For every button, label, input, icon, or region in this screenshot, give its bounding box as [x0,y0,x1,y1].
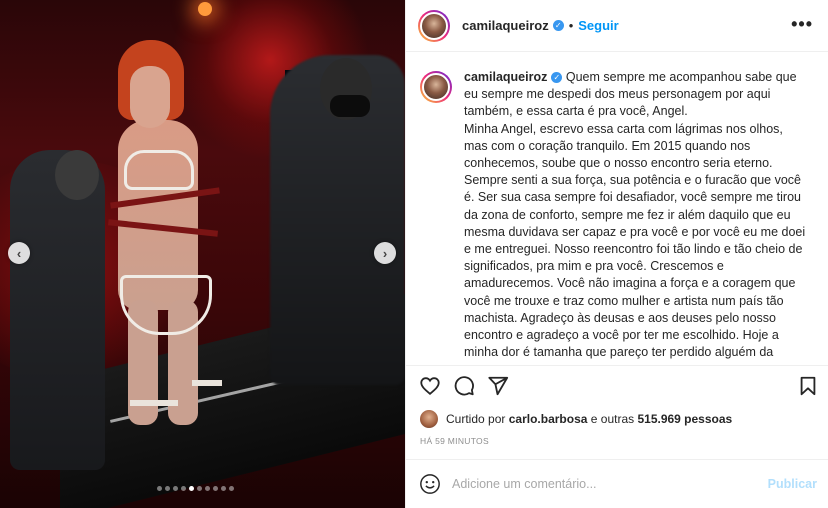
avatar [420,410,438,428]
caption-text-body: Minha Angel, escrevo essa carta com lágr… [464,121,806,363]
avatar[interactable] [418,9,450,42]
garter [192,380,222,386]
chevron-right-icon: › [382,245,388,261]
likes-summary[interactable]: Curtido por carlo.barbosa e outras 515.9… [420,410,732,428]
face-mask [330,95,370,117]
publish-button[interactable]: Publicar [768,477,817,491]
carousel-dot [205,486,210,491]
post-photo[interactable]: ‹ › [0,0,405,508]
carousel-dot [229,486,234,491]
garter [130,400,178,406]
smile-icon[interactable] [419,473,441,495]
likes-count[interactable]: 515.969 pessoas [637,412,732,426]
likes-user[interactable]: carlo.barbosa [509,412,588,426]
heart-icon[interactable] [419,375,441,397]
share-icon[interactable] [487,375,509,397]
comment-icon[interactable] [453,375,475,397]
bookmark-icon[interactable] [797,375,819,397]
carousel-dot [157,486,162,491]
model-face [130,66,170,128]
caption-area[interactable]: camilaqueiroz ✓ Quem sempre me acompanhou… [406,53,828,363]
carousel-dot [165,486,170,491]
person-left [10,150,105,470]
carousel-dot [221,486,226,491]
likes-prefix: Curtido por [446,412,506,426]
avatar[interactable] [420,71,452,103]
separator: • [568,18,574,33]
action-bar [406,365,828,403]
likes-middle: e outras [590,412,635,426]
verified-icon: ✓ [551,72,563,84]
caption: camilaqueiroz ✓ Quem sempre me acompanhou… [464,69,809,363]
carousel-indicator [157,486,234,491]
comment-form: Publicar [406,459,828,508]
carousel-dot [189,486,194,491]
more-icon[interactable]: ••• [791,14,813,35]
caption-username[interactable]: camilaqueiroz [464,70,547,84]
stage-light [198,2,212,16]
verified-icon: ✓ [552,20,564,31]
carousel-dot [181,486,186,491]
post-time[interactable]: HÁ 59 MINUTOS [420,436,489,446]
person-left-head [55,150,99,200]
follow-button[interactable]: Seguir [578,18,618,33]
carousel-dot [197,486,202,491]
chevron-left-icon: ‹ [16,245,22,261]
carousel-dot [173,486,178,491]
header-username[interactable]: camilaqueiroz [462,18,549,33]
lingerie-top [124,150,194,190]
carousel-dot [213,486,218,491]
post-sidebar: camilaqueiroz ✓ • Seguir ••• camilaqueir… [405,0,828,508]
comment-input[interactable] [452,474,752,494]
lingerie-bottom [120,275,212,335]
carousel-next-button[interactable]: › [374,242,396,264]
post-header: camilaqueiroz ✓ • Seguir ••• [406,0,828,52]
carousel-prev-button[interactable]: ‹ [8,242,30,264]
